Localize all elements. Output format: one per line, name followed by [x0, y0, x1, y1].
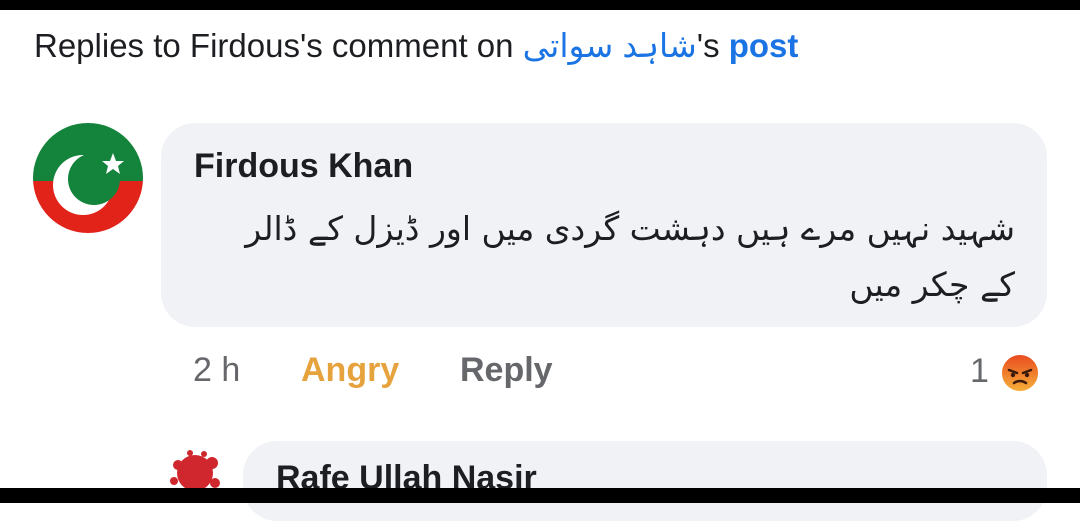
comment-bubble: Firdous Khan شہید نہیں مرے ہیں دہشت گردی… [161, 123, 1047, 327]
angry-reaction-button[interactable]: Angry [301, 348, 399, 392]
comment-text: شہید نہیں مرے ہیں دہشت گردی میں اور ڈیزل… [245, 209, 1015, 304]
post-link[interactable]: post [729, 27, 799, 64]
reply-button[interactable]: Reply [460, 348, 553, 392]
top-edge [0, 0, 1080, 10]
reaction-count: 1 [970, 352, 989, 390]
replies-header: Replies to Firdous's comment on شاہد سوا… [34, 24, 798, 68]
reply-bubble: Rafe Ullah Nasir [243, 441, 1047, 521]
comment-author[interactable]: Firdous Khan [194, 145, 413, 187]
page-name-link[interactable]: شاہد سواتی [523, 27, 697, 64]
comment-time[interactable]: 2 h [193, 348, 240, 392]
bottom-edge [0, 488, 1080, 503]
angry-emoji-icon [1000, 353, 1040, 393]
header-prefix: Replies to Firdous's comment on [34, 27, 523, 64]
pti-flag-avatar-icon [33, 123, 143, 233]
avatar[interactable] [33, 123, 143, 233]
header-suffix: 's [696, 27, 729, 64]
